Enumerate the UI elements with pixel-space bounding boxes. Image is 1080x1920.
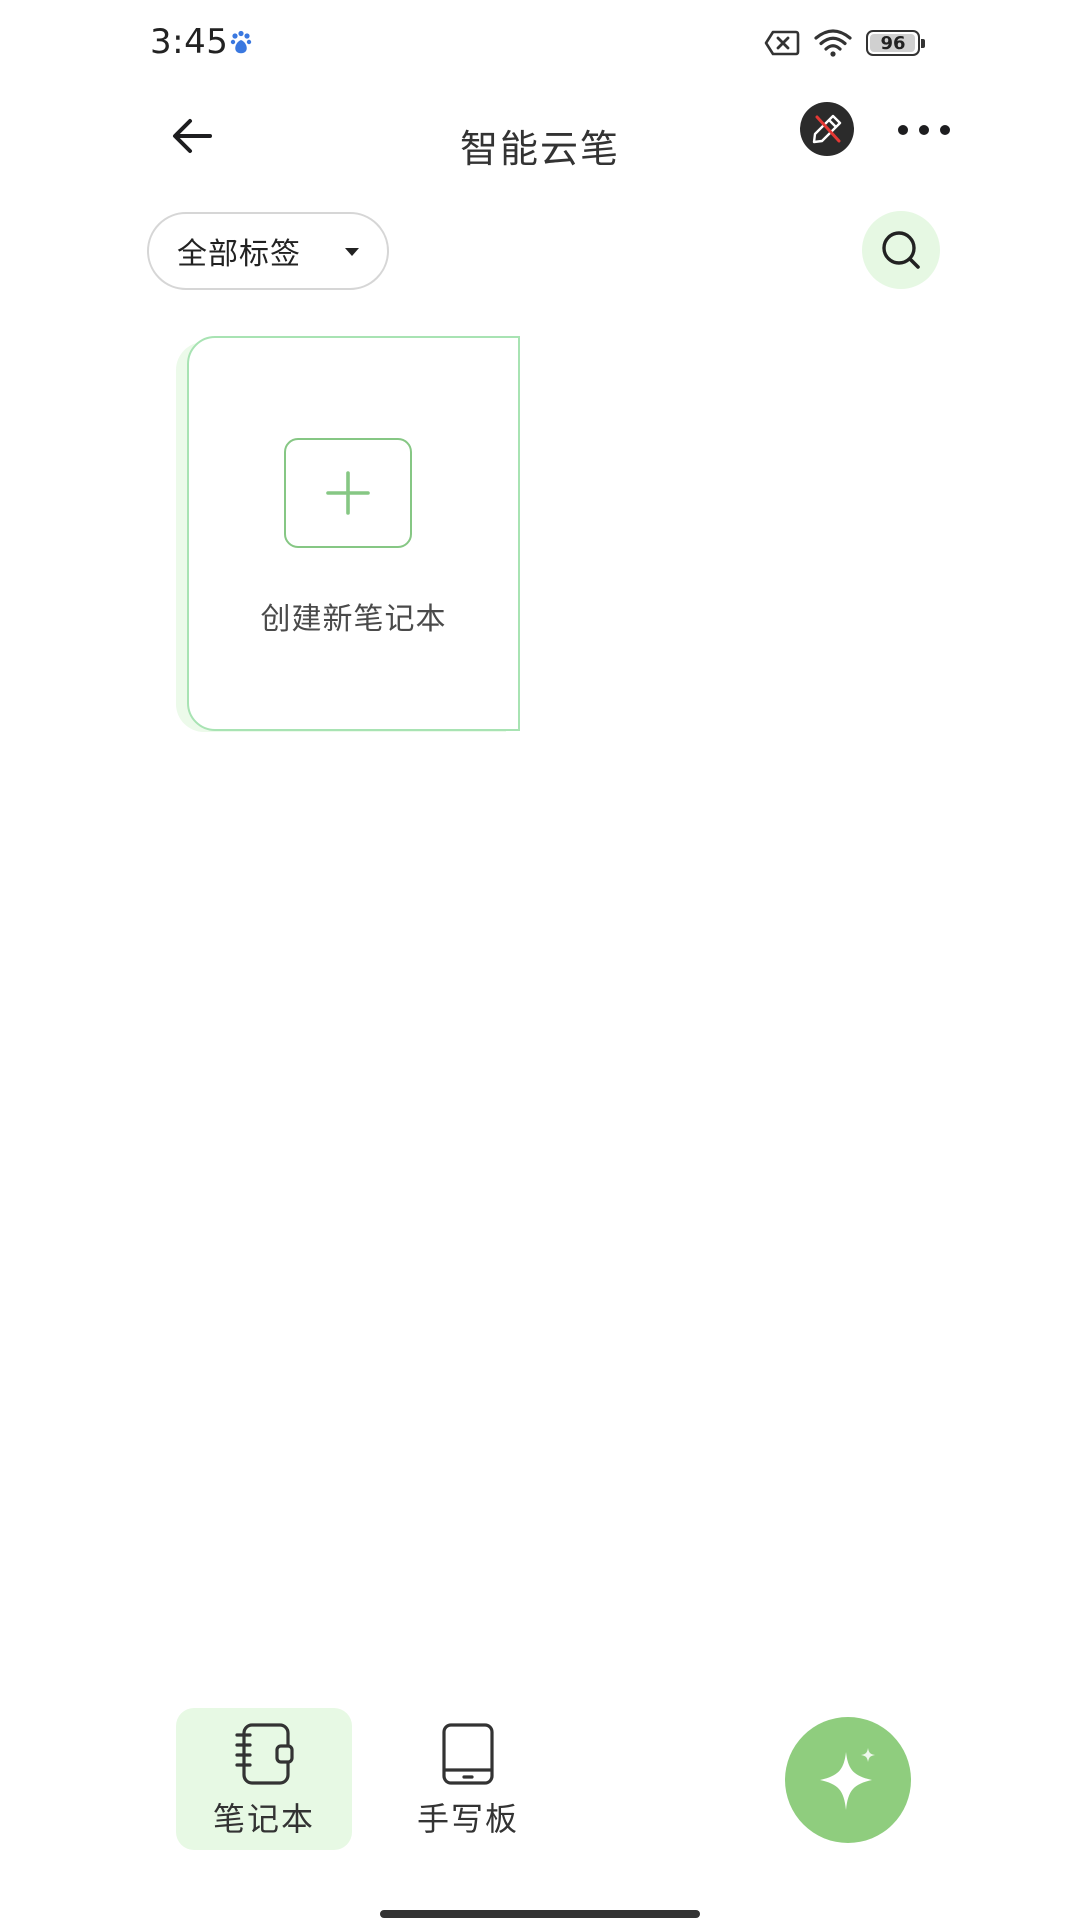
status-time: 3:45	[150, 22, 229, 62]
more-options-button[interactable]	[892, 106, 956, 154]
create-notebook-label: 创建新笔记本	[260, 602, 447, 637]
status-indicators: 96	[764, 24, 925, 62]
create-notebook-card[interactable]: 创建新笔记本	[187, 336, 520, 731]
top-app-bar: 智能云笔	[0, 84, 1080, 204]
ai-assistant-button[interactable]	[785, 1717, 911, 1843]
pen-disabled-icon	[812, 114, 842, 144]
pen-toggle-button[interactable]	[800, 102, 854, 156]
caret-down-icon	[345, 248, 359, 256]
search-button[interactable]	[862, 211, 940, 289]
tab-notebook[interactable]: 笔记本	[176, 1708, 352, 1850]
battery-indicator: 96	[866, 30, 925, 56]
baidu-paw-icon	[230, 30, 252, 54]
status-bar: 3:45 96	[0, 0, 1080, 84]
tag-filter-dropdown[interactable]: 全部标签	[147, 212, 389, 290]
tag-filter-label: 全部标签	[177, 237, 301, 272]
tab-handwriting[interactable]: 手写板	[380, 1708, 556, 1850]
plus-icon	[326, 471, 370, 515]
more-dots-icon	[898, 125, 950, 135]
notebook-icon	[235, 1723, 294, 1785]
tab-notebook-label: 笔记本	[212, 1800, 315, 1838]
battery-percent: 96	[880, 32, 906, 54]
no-sim-icon	[764, 30, 800, 56]
sparkle-icon	[820, 1748, 875, 1810]
search-icon	[882, 231, 920, 269]
create-plus-box	[284, 438, 412, 548]
wifi-icon	[814, 29, 852, 57]
home-indicator[interactable]	[380, 1910, 700, 1918]
tab-handwriting-label: 手写板	[416, 1800, 519, 1838]
app-screen: 3:45 96 智能云笔 全部标签 创建新笔记本 笔记本 手写板	[0, 0, 1080, 1920]
tablet-icon	[442, 1723, 494, 1785]
